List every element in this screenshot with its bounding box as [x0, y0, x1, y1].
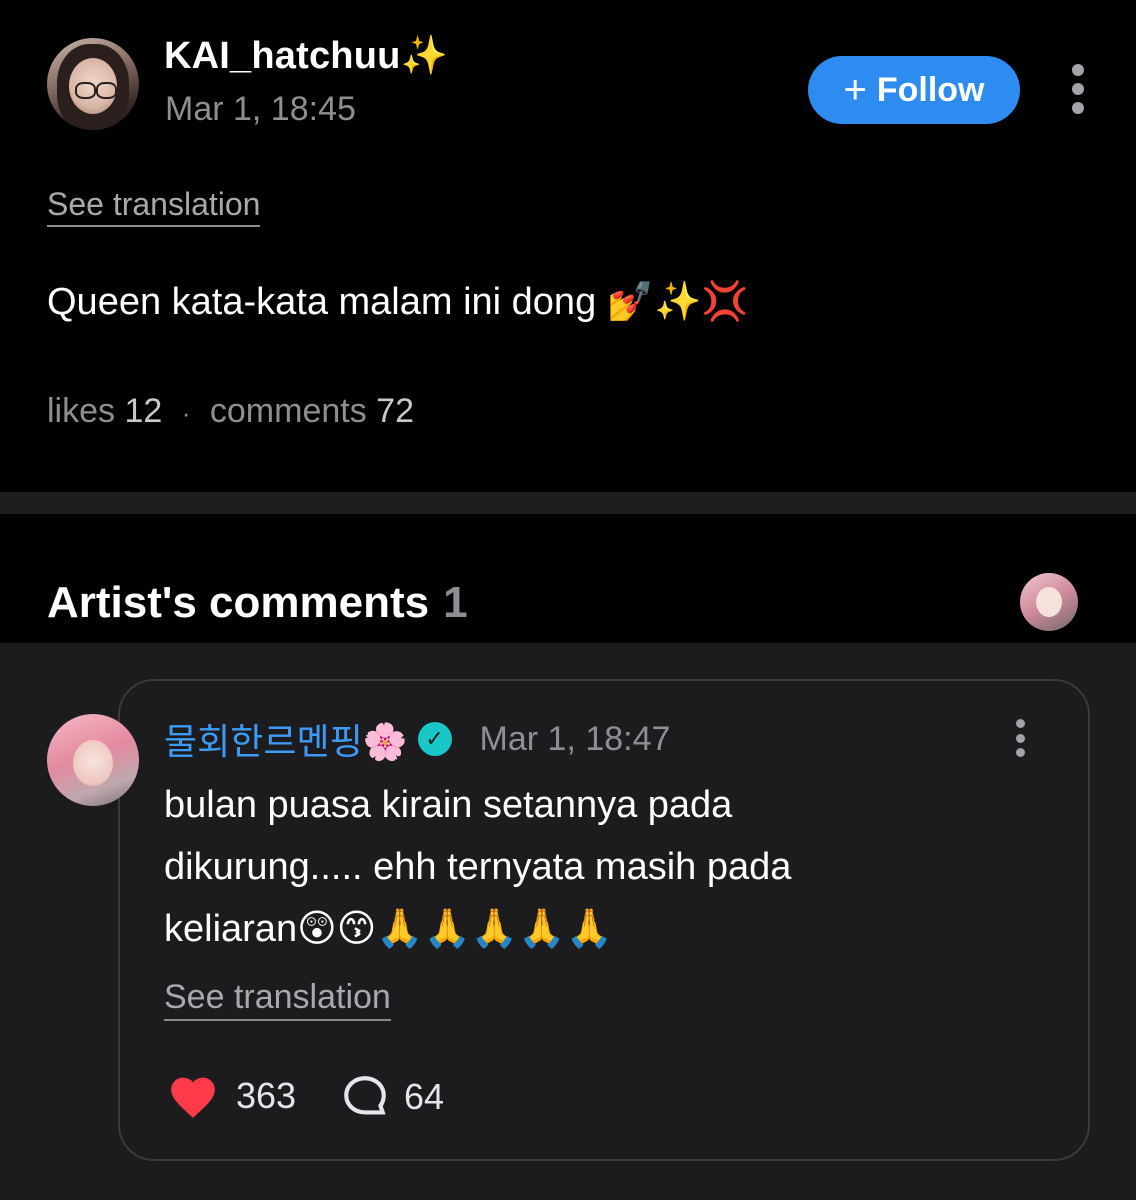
commenter-avatar[interactable]	[47, 714, 139, 806]
kebab-icon[interactable]	[1072, 64, 1084, 114]
like-count: 363	[236, 1075, 297, 1116]
follow-button[interactable]: + Follow	[808, 56, 1020, 124]
verified-icon: ✓	[417, 722, 452, 756]
see-translation-link[interactable]: See translation	[47, 186, 261, 227]
comment-header: 물회한르멘핑🌸 ✓ Mar 1, 18:47	[164, 714, 670, 764]
follow-label: Follow	[876, 70, 985, 109]
post-body: Queen kata-kata malam ini dong 💅✨💢	[47, 281, 749, 323]
plus-icon: +	[843, 68, 867, 112]
post-timestamp: Mar 1, 18:45	[165, 90, 356, 128]
comment-timestamp: Mar 1, 18:47	[479, 719, 671, 758]
like-button[interactable]: 363	[166, 1072, 296, 1120]
author-avatar[interactable]	[47, 38, 139, 130]
reply-bubble-icon	[344, 1076, 386, 1115]
comment-kebab-icon[interactable]	[1014, 719, 1026, 757]
comment-see-translation-link[interactable]: See translation	[164, 978, 391, 1021]
comment-body: bulan puasa kirain setannya pada dikurun…	[164, 774, 1044, 960]
post-stats: likes 12 · comments 72	[47, 392, 414, 431]
comment-line-1: bulan puasa kirain setannya pada	[164, 784, 733, 826]
likes-label: likes	[47, 392, 116, 430]
artist-comments-title: Artist's comments 1	[47, 578, 468, 628]
likes-count[interactable]: 12	[124, 392, 162, 430]
comment-line-3: keliaran😲😙🙏🙏🙏🙏🙏	[164, 908, 613, 950]
stats-separator: ·	[181, 398, 191, 428]
commenter-username[interactable]: 물회한르멘핑🌸	[164, 713, 408, 765]
heart-icon	[171, 1077, 215, 1118]
comments-label: comments	[209, 392, 367, 430]
artist-avatar[interactable]	[1020, 573, 1078, 631]
section-divider	[0, 492, 1136, 514]
author-username[interactable]: KAI_hatchuu✨	[164, 34, 448, 78]
reply-button[interactable]: 64	[340, 1072, 444, 1122]
artist-comments-count: 1	[443, 578, 468, 627]
comments-count[interactable]: 72	[376, 392, 414, 430]
reply-count: 64	[404, 1076, 445, 1117]
comment-line-2: dikurung..... ehh ternyata masih pada	[164, 846, 792, 888]
artist-comments-label: Artist's comments	[47, 578, 430, 627]
